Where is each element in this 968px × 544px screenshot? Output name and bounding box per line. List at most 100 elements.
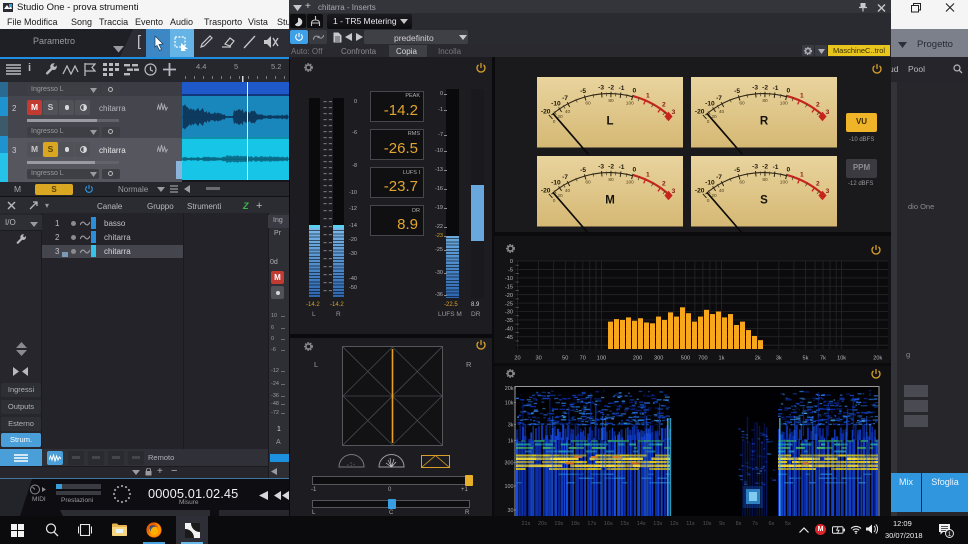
svg-text:100: 100 xyxy=(505,484,514,490)
svg-text:-1: -1 xyxy=(619,164,625,171)
svg-text:700: 700 xyxy=(698,356,707,362)
svg-text:-15: -15 xyxy=(505,285,513,291)
svg-text:2k: 2k xyxy=(755,356,761,362)
svg-text:300: 300 xyxy=(654,356,663,362)
svg-text:3: 3 xyxy=(826,188,830,195)
svg-text:-10: -10 xyxy=(505,276,513,282)
svg-text:-35: -35 xyxy=(505,318,513,324)
svg-text:-10: -10 xyxy=(551,179,561,186)
svg-text:-1: -1 xyxy=(773,164,779,171)
svg-text:20: 20 xyxy=(514,356,520,362)
svg-text:1: 1 xyxy=(800,92,804,99)
svg-text:0: 0 xyxy=(707,198,710,204)
svg-text:80: 80 xyxy=(762,176,768,182)
svg-text:R: R xyxy=(760,115,769,127)
svg-text:40: 40 xyxy=(565,109,571,115)
svg-text:-7: -7 xyxy=(716,174,722,181)
svg-text:0: 0 xyxy=(786,166,790,173)
svg-text:-3: -3 xyxy=(752,84,758,91)
svg-text:0: 0 xyxy=(553,119,556,125)
svg-text:L: L xyxy=(606,115,613,127)
svg-text:0: 0 xyxy=(632,87,636,94)
svg-text:-10: -10 xyxy=(551,100,561,107)
svg-text:60: 60 xyxy=(585,100,591,106)
svg-text:80: 80 xyxy=(608,97,614,103)
svg-text:-5: -5 xyxy=(508,268,513,274)
svg-text:40: 40 xyxy=(719,188,725,194)
svg-text:3k: 3k xyxy=(776,356,782,362)
svg-text:-5: -5 xyxy=(734,167,740,174)
svg-text:-20: -20 xyxy=(541,187,551,194)
svg-text:-1: -1 xyxy=(773,85,779,92)
svg-text:80: 80 xyxy=(762,97,768,103)
svg-text:-2: -2 xyxy=(762,163,768,170)
svg-text:100: 100 xyxy=(597,356,606,362)
svg-text:0: 0 xyxy=(553,198,556,204)
svg-text:-3: -3 xyxy=(598,163,604,170)
svg-text:70: 70 xyxy=(580,356,586,362)
svg-text:60: 60 xyxy=(585,179,591,185)
svg-text:0: 0 xyxy=(786,87,790,94)
svg-text:-20: -20 xyxy=(541,108,551,115)
svg-text:3: 3 xyxy=(826,109,830,116)
svg-text:20k: 20k xyxy=(873,356,882,362)
svg-text:1: 1 xyxy=(800,171,804,178)
svg-text:-45: -45 xyxy=(505,335,513,341)
svg-text:-20: -20 xyxy=(695,108,705,115)
svg-text:200: 200 xyxy=(633,356,642,362)
svg-text:3: 3 xyxy=(672,188,676,195)
svg-text:-25: -25 xyxy=(505,301,513,307)
svg-text:1: 1 xyxy=(646,92,650,99)
svg-text:30: 30 xyxy=(535,356,541,362)
svg-text:500: 500 xyxy=(681,356,690,362)
svg-text:-5: -5 xyxy=(580,88,586,95)
svg-text:-10: -10 xyxy=(705,179,715,186)
svg-text:50: 50 xyxy=(562,356,568,362)
svg-text:0: 0 xyxy=(707,119,710,125)
svg-text:100: 100 xyxy=(626,179,634,185)
svg-text:2: 2 xyxy=(662,101,666,108)
svg-text:30: 30 xyxy=(508,508,514,514)
svg-text:300: 300 xyxy=(505,461,514,467)
svg-text:100: 100 xyxy=(780,100,788,106)
svg-text:-5: -5 xyxy=(734,88,740,95)
svg-text:60: 60 xyxy=(739,179,745,185)
svg-text:-2: -2 xyxy=(608,163,614,170)
svg-text:-7: -7 xyxy=(562,95,568,102)
svg-text:3: 3 xyxy=(672,109,676,116)
svg-text:7k: 7k xyxy=(820,356,826,362)
svg-text:100: 100 xyxy=(780,179,788,185)
svg-text:2: 2 xyxy=(816,101,820,108)
svg-text:60: 60 xyxy=(739,100,745,106)
svg-text:-7: -7 xyxy=(716,95,722,102)
svg-text:-1: -1 xyxy=(619,85,625,92)
svg-text:1k: 1k xyxy=(508,439,514,445)
svg-text:-40: -40 xyxy=(505,327,513,333)
svg-text:1: 1 xyxy=(646,171,650,178)
svg-text:2: 2 xyxy=(662,180,666,187)
svg-text:2: 2 xyxy=(816,180,820,187)
svg-text:-20: -20 xyxy=(505,293,513,299)
svg-text:-7: -7 xyxy=(562,174,568,181)
svg-text:-20: -20 xyxy=(695,187,705,194)
svg-text:10k: 10k xyxy=(837,356,846,362)
svg-text:-5: -5 xyxy=(580,167,586,174)
svg-text:-3: -3 xyxy=(752,163,758,170)
svg-text:-3: -3 xyxy=(598,84,604,91)
svg-text:S: S xyxy=(760,194,768,206)
svg-text:40: 40 xyxy=(719,109,725,115)
svg-text:0: 0 xyxy=(510,259,513,265)
svg-text:M: M xyxy=(605,194,615,206)
svg-text:100: 100 xyxy=(626,100,634,106)
svg-text:0: 0 xyxy=(632,166,636,173)
svg-text:5k: 5k xyxy=(803,356,809,362)
svg-text:1k: 1k xyxy=(719,356,725,362)
svg-text:-2: -2 xyxy=(608,84,614,91)
svg-text:3k: 3k xyxy=(508,423,514,429)
svg-text:20k: 20k xyxy=(505,386,514,392)
svg-text:-2: -2 xyxy=(762,84,768,91)
svg-text:-30: -30 xyxy=(505,310,513,316)
svg-text:40: 40 xyxy=(565,188,571,194)
svg-text:10k: 10k xyxy=(505,401,514,407)
svg-text:-10: -10 xyxy=(705,100,715,107)
